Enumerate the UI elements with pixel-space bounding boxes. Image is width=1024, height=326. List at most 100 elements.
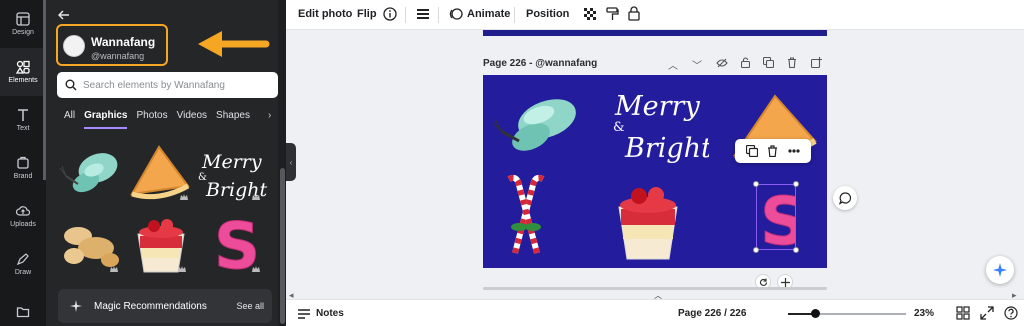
premium-crown-icon: [180, 194, 188, 200]
border-style-icon[interactable]: [417, 8, 429, 20]
add-page-icon[interactable]: [811, 57, 822, 68]
rail-label-draw: Draw: [14, 269, 32, 276]
notes-icon: [298, 308, 310, 319]
hide-page-icon[interactable]: [716, 58, 728, 68]
search-icon: [65, 79, 77, 91]
elements-panel: Wannafang @wannafang All Graphics Photos…: [46, 0, 286, 326]
draw-icon: [16, 253, 29, 266]
trash-icon[interactable]: [767, 145, 778, 157]
text-icon: [18, 109, 28, 121]
rail-item-brand[interactable]: Brand: [0, 144, 46, 192]
back-arrow-icon[interactable]: [57, 8, 70, 23]
premium-crown-icon: [178, 266, 186, 272]
uploads-icon: [16, 206, 30, 216]
toolbar-divider: [438, 7, 439, 23]
animate-button[interactable]: Animate: [467, 8, 510, 20]
tab-videos[interactable]: Videos: [177, 110, 207, 129]
strawberry-dessert-graphic[interactable]: [611, 179, 685, 263]
pink-letter-s-graphic[interactable]: S: [210, 210, 259, 274]
top-toolbar: Edit photo Flip Animate Position: [286, 0, 1024, 30]
rail-item-draw[interactable]: Draw: [0, 240, 46, 288]
creator-profile-highlight[interactable]: Wannafang @wannafang: [56, 24, 168, 66]
creator-name: Wannafang: [91, 35, 156, 49]
rail-label-design: Design: [12, 29, 34, 36]
tab-photos[interactable]: Photos: [136, 110, 167, 129]
resize-handle[interactable]: [793, 247, 799, 253]
panel-scrollbar[interactable]: [280, 168, 285, 324]
tab-shapes[interactable]: Shapes: [216, 110, 250, 129]
paint-roller-icon[interactable]: [606, 7, 619, 22]
page-up-chevron-icon[interactable]: ︿: [668, 57, 678, 72]
brand-icon: [17, 156, 29, 169]
rail-item-projects[interactable]: [0, 288, 46, 326]
duplicate-icon[interactable]: [745, 145, 758, 157]
toolbar-divider: [405, 7, 406, 23]
rail-item-design[interactable]: Design: [0, 0, 46, 48]
tab-all[interactable]: All: [64, 110, 75, 129]
info-icon[interactable]: [383, 7, 397, 21]
page-down-chevron-icon[interactable]: ﹀: [692, 57, 702, 72]
rail-item-uploads[interactable]: Uploads: [0, 192, 46, 240]
rail-item-text[interactable]: Text: [0, 96, 46, 144]
candy-cane-graphic[interactable]: [505, 173, 547, 257]
see-all-link[interactable]: See all: [236, 301, 264, 311]
duplicate-page-icon[interactable]: [763, 57, 774, 68]
help-icon[interactable]: [1004, 306, 1018, 320]
animate-icon: [449, 8, 463, 20]
page-indicator[interactable]: Page 226 / 226: [678, 308, 746, 319]
collapse-panel-button[interactable]: ‹: [286, 143, 296, 181]
zoom-level[interactable]: 23%: [914, 308, 934, 319]
left-rail: Design Elements Text Brand Uploads Draw: [0, 0, 46, 326]
search-box[interactable]: [57, 72, 278, 98]
tab-graphics[interactable]: Graphics: [84, 110, 128, 129]
lock-icon[interactable]: [628, 6, 640, 21]
transparency-icon[interactable]: [584, 8, 597, 21]
premium-crown-icon: [252, 266, 260, 272]
flip-button[interactable]: Flip: [357, 8, 377, 20]
magic-assistant-button[interactable]: [986, 256, 1014, 284]
more-options-icon[interactable]: [788, 149, 800, 153]
notes-label: Notes: [316, 308, 344, 319]
rail-label-brand: Brand: [13, 173, 33, 180]
premium-crown-icon: [252, 194, 260, 200]
rail-item-elements[interactable]: Elements: [0, 48, 46, 96]
zoom-slider-knob[interactable]: [811, 309, 820, 318]
rail-label-uploads: Uploads: [10, 221, 36, 228]
sparkle-icon: [993, 263, 1007, 277]
position-button[interactable]: Position: [526, 8, 569, 20]
delete-page-icon[interactable]: [787, 57, 797, 68]
notes-button[interactable]: Notes: [298, 308, 344, 319]
resize-handle[interactable]: [753, 181, 759, 187]
previous-page-bottom: [483, 30, 827, 36]
orange-arrow-icon: [198, 31, 270, 57]
rail-label-elements: Elements: [8, 77, 38, 84]
resize-handle[interactable]: [793, 181, 799, 187]
letter-s-text: S: [214, 210, 258, 274]
resize-handle[interactable]: [753, 247, 759, 253]
page-title: Page 226 - @wannafang: [483, 58, 598, 69]
lettering-merry: Merry: [201, 151, 262, 173]
search-input[interactable]: [83, 79, 268, 91]
elements-icon: [16, 60, 30, 74]
design-icon: [16, 12, 30, 26]
comment-icon: [838, 191, 851, 205]
zoom-slider[interactable]: [788, 309, 906, 318]
element-context-menu: [735, 139, 811, 163]
premium-crown-icon: [110, 266, 118, 272]
fullscreen-icon[interactable]: [980, 306, 994, 320]
toolbar-divider: [514, 7, 515, 23]
butterfly-graphic[interactable]: [489, 85, 585, 163]
magic-recommendations-bar[interactable]: Magic Recommendations See all: [58, 289, 272, 323]
butterfly-graphic[interactable]: [58, 146, 124, 200]
selection-box[interactable]: [756, 184, 796, 250]
avatar: [63, 35, 85, 57]
tabs-next-chevron-icon[interactable]: ›: [268, 110, 271, 121]
grid-view-icon[interactable]: [956, 306, 970, 320]
lettering-merry: Merry: [614, 91, 700, 122]
creator-handle: @wannafang: [91, 51, 145, 61]
edit-photo-button[interactable]: Edit photo: [298, 8, 352, 20]
lock-page-icon[interactable]: [741, 57, 750, 68]
add-comment-button[interactable]: [833, 186, 857, 210]
sparkle-icon: [70, 300, 82, 312]
merry-bright-lettering-graphic[interactable]: Merry & Bright: [609, 85, 709, 167]
